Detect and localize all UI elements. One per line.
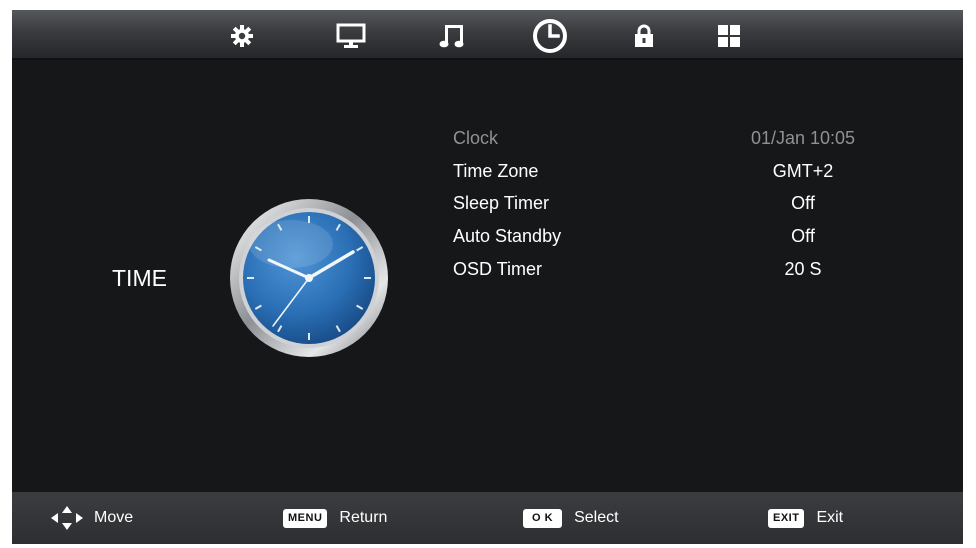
menu-item-sleep-timer[interactable]: Sleep Timer Off — [453, 190, 893, 216]
music-note-icon — [439, 25, 464, 48]
tab-setup[interactable] — [709, 16, 749, 56]
gear-icon — [231, 25, 253, 47]
menu-item-osd-timer[interactable]: OSD Timer 20 S — [453, 256, 893, 282]
tab-time[interactable] — [530, 16, 570, 56]
tab-lock[interactable] — [624, 16, 664, 56]
menu-item-label: Time Zone — [453, 161, 539, 181]
section-title: TIME — [112, 265, 167, 291]
hint-return: MENU Return — [283, 492, 387, 544]
menu-key-badge: MENU — [283, 508, 328, 528]
ok-key-badge: O K — [523, 508, 563, 528]
top-bar-divider — [12, 58, 963, 60]
top-menu-bar — [12, 10, 963, 60]
monitor-icon — [336, 23, 366, 48]
hint-exit: EXIT Exit — [768, 492, 843, 544]
clock-face-icon — [230, 199, 388, 357]
menu-item-clock[interactable]: Clock 01/Jan 10:05 — [453, 125, 893, 151]
tab-sound[interactable] — [433, 16, 473, 56]
hint-select-label: Select — [574, 509, 619, 526]
footer-hint-bar: Move MENU Return O K Select EXIT Exit — [12, 492, 963, 544]
lock-icon — [635, 24, 653, 47]
grid-icon — [718, 25, 740, 47]
exit-key-badge: EXIT — [768, 508, 805, 528]
hint-move: Move — [50, 492, 133, 544]
hint-return-label: Return — [339, 509, 388, 526]
tab-display[interactable] — [331, 16, 371, 56]
menu-item-label: Clock — [453, 128, 499, 148]
tab-picture[interactable] — [222, 16, 262, 56]
menu-item-value: Off — [791, 193, 815, 213]
clock-icon — [533, 19, 567, 53]
menu-item-label: Sleep Timer — [453, 193, 550, 213]
menu-item-value: 01/Jan 10:05 — [750, 128, 856, 148]
hint-exit-label: Exit — [816, 509, 844, 526]
hint-select: O K Select — [523, 492, 619, 544]
menu-item-value: GMT+2 — [772, 161, 834, 181]
dpad-icon — [51, 506, 83, 530]
menu-item-value: 20 S — [784, 259, 822, 279]
tv-osd-screen: TIME Clock 01/Jan 10:05 Time Zone GMT+2 … — [12, 10, 963, 544]
menu-item-label: OSD Timer — [453, 259, 543, 279]
menu-item-time-zone[interactable]: Time Zone GMT+2 — [453, 158, 893, 184]
hint-move-label: Move — [94, 509, 134, 526]
menu-item-value: Off — [791, 226, 815, 246]
menu-item-label: Auto Standby — [453, 226, 562, 246]
menu-item-auto-standby[interactable]: Auto Standby Off — [453, 223, 893, 249]
